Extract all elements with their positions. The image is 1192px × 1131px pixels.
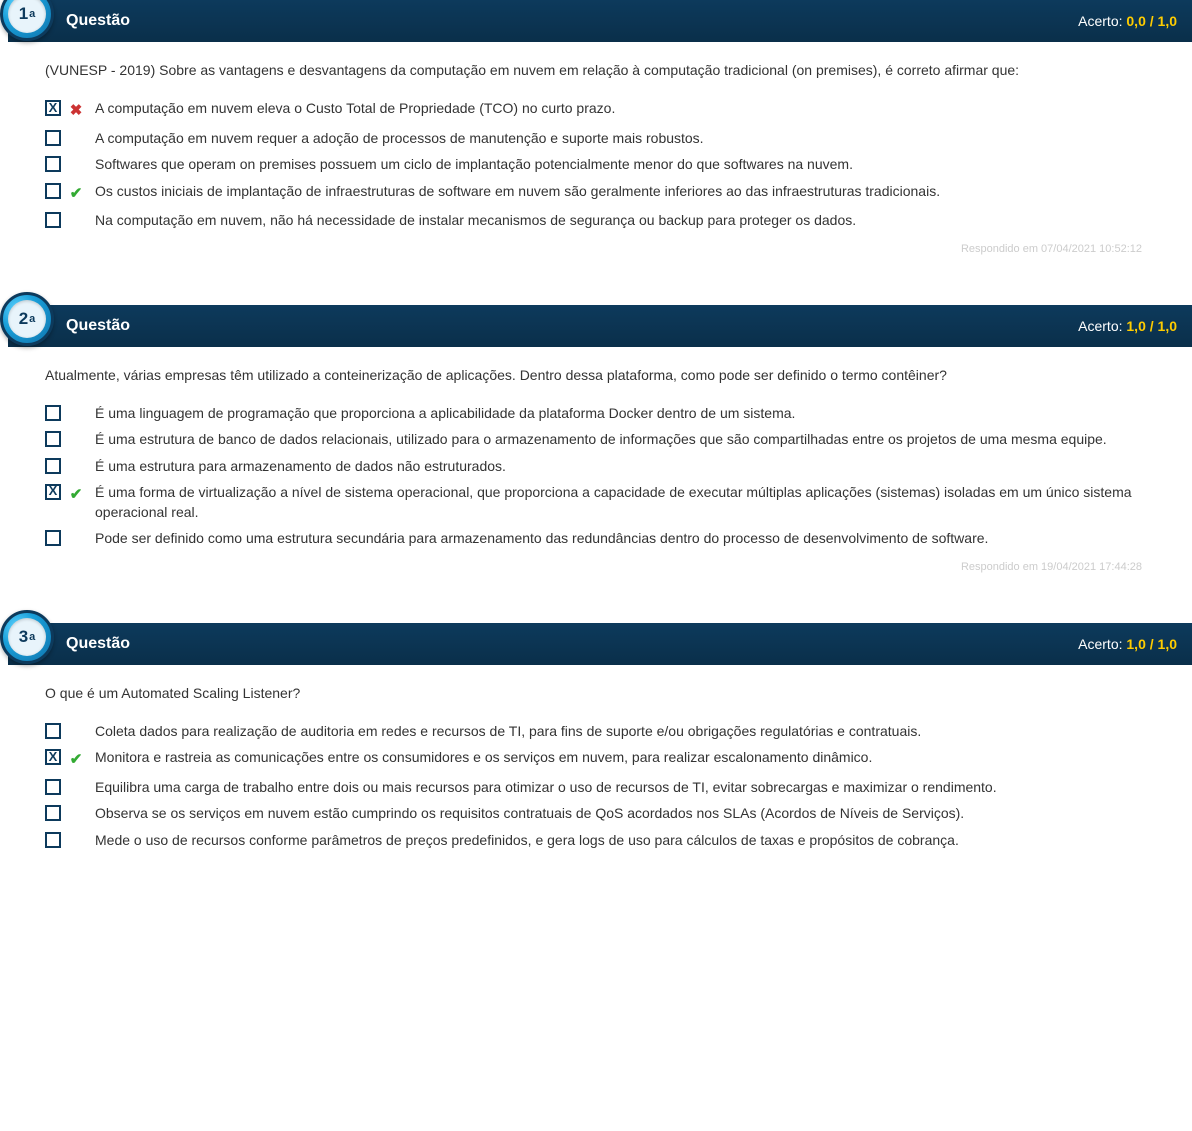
- score-label: Acerto:: [1078, 318, 1122, 334]
- question-badge: 3a: [0, 610, 54, 664]
- mark-right-icon: ✔: [67, 484, 85, 506]
- option-row: Mede o uso de recursos conforme parâmetr…: [45, 830, 1152, 850]
- score-label: Acerto:: [1078, 13, 1122, 29]
- option-row: É uma linguagem de programação que propo…: [45, 403, 1152, 423]
- score-divider: /: [1146, 318, 1158, 334]
- question-header: 1a Questão Acerto: 0,0 / 1,0: [8, 0, 1192, 42]
- question-number: 2a: [8, 300, 46, 338]
- answered-timestamp: Respondido em 07/04/2021 10:52:12: [45, 243, 1152, 255]
- question-number: 1a: [8, 0, 46, 33]
- mark-right-icon: ✔: [67, 183, 85, 205]
- question-title: Questão: [66, 635, 130, 653]
- score-earned: 0,0: [1126, 13, 1145, 29]
- option-checkbox[interactable]: [45, 212, 61, 228]
- option-row: É uma estrutura para armazenamento de da…: [45, 456, 1152, 476]
- question-body: (VUNESP - 2019) Sobre as vantagens e des…: [0, 42, 1192, 265]
- option-text: Os custos iniciais de implantação de inf…: [95, 181, 1152, 201]
- option-text: Softwares que operam on premises possuem…: [95, 154, 1152, 174]
- option-text: É uma estrutura para armazenamento de da…: [95, 456, 1152, 476]
- option-row: É uma estrutura de banco de dados relaci…: [45, 429, 1152, 449]
- option-checkbox[interactable]: [45, 832, 61, 848]
- option-text: Coleta dados para realização de auditori…: [95, 721, 1152, 741]
- question-body: O que é um Automated Scaling Listener? Co…: [0, 665, 1192, 866]
- score-total: 1,0: [1158, 318, 1177, 334]
- question-prompt: Atualmente, várias empresas têm utilizad…: [45, 365, 1152, 385]
- question-prompt: O que é um Automated Scaling Listener?: [45, 683, 1152, 703]
- option-checkbox[interactable]: [45, 405, 61, 421]
- score-divider: /: [1146, 13, 1158, 29]
- option-row: Coleta dados para realização de auditori…: [45, 721, 1152, 741]
- option-checkbox[interactable]: [45, 156, 61, 172]
- option-row: Pode ser definido como uma estrutura sec…: [45, 528, 1152, 548]
- option-text: A computação em nuvem requer a adoção de…: [95, 128, 1152, 148]
- option-checkbox[interactable]: [45, 723, 61, 739]
- mark-wrong-icon: ✖: [67, 100, 85, 122]
- option-checkbox[interactable]: X: [45, 100, 61, 116]
- option-checkbox[interactable]: X: [45, 749, 61, 765]
- score-earned: 1,0: [1126, 636, 1145, 652]
- option-row: ✔ Os custos iniciais de implantação de in…: [45, 181, 1152, 205]
- option-row: X ✖ A computação em nuvem eleva o Custo To…: [45, 98, 1152, 122]
- option-checkbox[interactable]: [45, 458, 61, 474]
- option-row: Na computação em nuvem, não há necessida…: [45, 210, 1152, 230]
- option-text: É uma forma de virtualização a nível de …: [95, 482, 1152, 523]
- option-checkbox[interactable]: X: [45, 484, 61, 500]
- question-score: Acerto: 1,0 / 1,0: [1078, 318, 1177, 334]
- option-row: Equilibra uma carga de trabalho entre do…: [45, 777, 1152, 797]
- option-text: Monitora e rastreia as comunicações entr…: [95, 747, 1152, 767]
- option-row: Softwares que operam on premises possuem…: [45, 154, 1152, 174]
- option-checkbox[interactable]: [45, 530, 61, 546]
- question-block: 3aQuestãoAcerto: 1,0 / 1,0O que é um Aut…: [0, 623, 1192, 866]
- option-text: Na computação em nuvem, não há necessida…: [95, 210, 1152, 230]
- option-text: Equilibra uma carga de trabalho entre do…: [95, 777, 1152, 797]
- option-text: Observa se os serviços em nuvem estão cu…: [95, 803, 1152, 823]
- question-block: 1a Questão Acerto: 0,0 / 1,0 (VUNESP - 2019…: [0, 0, 1192, 265]
- score-total: 1,0: [1158, 13, 1177, 29]
- option-row: Observa se os serviços em nuvem estão cu…: [45, 803, 1152, 823]
- score-divider: /: [1146, 636, 1158, 652]
- option-text: A computação em nuvem eleva o Custo Tota…: [95, 98, 1152, 118]
- option-text: É uma linguagem de programação que propo…: [95, 403, 1152, 423]
- question-title: Questão: [66, 317, 130, 335]
- question-score: Acerto: 1,0 / 1,0: [1078, 636, 1177, 652]
- question-body: Atualmente, várias empresas têm utilizad…: [0, 347, 1192, 583]
- score-total: 1,0: [1158, 636, 1177, 652]
- option-row: X ✔ Monitora e rastreia as comunicações en…: [45, 747, 1152, 771]
- option-checkbox[interactable]: [45, 779, 61, 795]
- option-text: É uma estrutura de banco de dados relaci…: [95, 429, 1152, 449]
- question-prompt: (VUNESP - 2019) Sobre as vantagens e des…: [45, 60, 1152, 80]
- question-badge: 1a: [0, 0, 54, 41]
- option-checkbox[interactable]: [45, 431, 61, 447]
- answered-timestamp: Respondido em 19/04/2021 17:44:28: [45, 561, 1152, 573]
- option-checkbox[interactable]: [45, 130, 61, 146]
- option-text: Mede o uso de recursos conforme parâmetr…: [95, 830, 1152, 850]
- option-text: Pode ser definido como uma estrutura sec…: [95, 528, 1152, 548]
- question-header: 3aQuestãoAcerto: 1,0 / 1,0: [8, 623, 1192, 665]
- score-earned: 1,0: [1126, 318, 1145, 334]
- option-row: X ✔ É uma forma de virtualização a nível d…: [45, 482, 1152, 523]
- mark-right-icon: ✔: [67, 749, 85, 771]
- question-number: 3a: [8, 618, 46, 656]
- option-checkbox[interactable]: [45, 805, 61, 821]
- question-header: 2aQuestãoAcerto: 1,0 / 1,0: [8, 305, 1192, 347]
- option-checkbox[interactable]: [45, 183, 61, 199]
- question-title: Questão: [66, 12, 130, 30]
- score-label: Acerto:: [1078, 636, 1122, 652]
- question-block: 2aQuestãoAcerto: 1,0 / 1,0Atualmente, vá…: [0, 305, 1192, 583]
- question-badge: 2a: [0, 292, 54, 346]
- question-score: Acerto: 0,0 / 1,0: [1078, 13, 1177, 29]
- option-row: A computação em nuvem requer a adoção de…: [45, 128, 1152, 148]
